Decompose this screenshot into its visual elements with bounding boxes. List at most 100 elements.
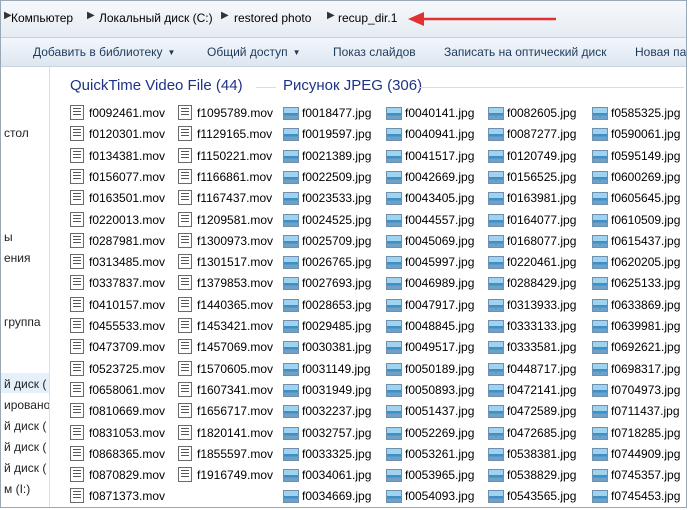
image-file-icon	[283, 405, 299, 418]
file-name: f0523725.mov	[89, 362, 166, 376]
file-name: f1167437.mov	[197, 191, 273, 205]
nav-item-drive-5[interactable]: й диск (	[4, 461, 46, 475]
file-name: f1656717.mov	[197, 404, 274, 418]
image-file-icon	[592, 469, 608, 482]
nav-item-desktop[interactable]: стол	[4, 126, 29, 140]
video-file-icon	[178, 105, 192, 120]
nav-item-libraries-1[interactable]: ы	[4, 230, 13, 244]
file-name: f0040941.jpg	[405, 127, 475, 141]
video-file-icon	[70, 105, 84, 120]
breadcrumb-computer[interactable]: Компьютер	[11, 11, 73, 25]
nav-item-drive-3[interactable]: й диск (	[4, 419, 46, 433]
image-file-icon	[283, 277, 299, 290]
nav-item-drive-1[interactable]: й диск (	[4, 377, 46, 391]
video-file-icon	[70, 148, 84, 163]
file-name: f0745453.jpg	[611, 489, 681, 503]
image-file-icon	[592, 427, 608, 440]
video-file-icon	[70, 169, 84, 184]
image-file-icon	[386, 150, 402, 163]
file-name: f0625133.jpg	[611, 276, 681, 290]
group-header-quicktime[interactable]: QuickTime Video File (44)	[70, 77, 243, 94]
file-name: f0047917.jpg	[405, 298, 475, 312]
add-to-library-button[interactable]: Добавить в библиотеку ▼	[33, 45, 175, 59]
image-file-icon	[386, 128, 402, 141]
nav-item-drive-4[interactable]: й диск (	[4, 440, 46, 454]
slideshow-button[interactable]: Показ слайдов	[333, 45, 416, 59]
file-name: f0048845.jpg	[405, 319, 475, 333]
file-name: f0163501.mov	[89, 191, 166, 205]
image-file-icon	[386, 427, 402, 440]
file-name: f0021389.jpg	[302, 149, 372, 163]
file-name: f0610509.jpg	[611, 213, 681, 227]
file-name: f0053965.jpg	[405, 468, 475, 482]
file-name: f0870829.mov	[89, 468, 166, 482]
file-name: f0050189.jpg	[405, 362, 475, 376]
breadcrumb-recup-dir[interactable]: recup_dir.1	[338, 11, 397, 25]
image-file-icon	[488, 320, 504, 333]
file-name: f0168077.jpg	[507, 234, 577, 248]
image-file-icon	[592, 341, 608, 354]
file-name: f0046989.jpg	[405, 276, 475, 290]
file-name: f1607341.mov	[197, 383, 274, 397]
file-name: f0538829.jpg	[507, 468, 577, 482]
image-file-icon	[283, 427, 299, 440]
file-name: f1570605.mov	[197, 362, 274, 376]
image-file-icon	[386, 448, 402, 461]
burn-disc-button[interactable]: Записать на оптический диск	[444, 45, 607, 59]
nav-item-drive-6[interactable]: м (I:)	[4, 482, 30, 496]
image-file-icon	[283, 171, 299, 184]
file-name: f0831053.mov	[89, 426, 166, 440]
image-file-icon	[592, 490, 608, 503]
file-name: f1166861.mov	[197, 170, 273, 184]
nav-item-drive-2[interactable]: ировано	[4, 398, 49, 412]
file-name: f1379853.mov	[197, 276, 274, 290]
file-name: f0538381.jpg	[507, 447, 577, 461]
file-name: f1855597.mov	[197, 447, 274, 461]
chevron-right-icon[interactable]: ▶	[87, 10, 95, 21]
image-file-icon	[488, 405, 504, 418]
image-file-icon	[592, 448, 608, 461]
video-file-icon	[70, 382, 84, 397]
group-divider	[256, 87, 276, 88]
nav-item-homegroup[interactable]: группа	[4, 315, 41, 329]
image-file-icon	[386, 235, 402, 248]
video-file-icon	[70, 233, 84, 248]
breadcrumb-restored-photo[interactable]: restored photo	[234, 11, 311, 25]
file-name: f0220461.jpg	[507, 255, 577, 269]
video-file-icon	[70, 446, 84, 461]
image-file-icon	[488, 277, 504, 290]
new-folder-button[interactable]: Новая па	[635, 45, 686, 59]
image-file-icon	[283, 490, 299, 503]
address-bar[interactable]: ▶ Компьютер ▶ Локальный диск (C:) ▶ rest…	[1, 1, 686, 38]
image-file-icon	[386, 214, 402, 227]
breadcrumb-local-disk[interactable]: Локальный диск (C:)	[99, 11, 213, 25]
image-file-icon	[283, 469, 299, 482]
file-name: f0032757.jpg	[302, 426, 372, 440]
video-file-icon	[178, 233, 192, 248]
image-file-icon	[488, 363, 504, 376]
group-header-jpeg[interactable]: Рисунок JPEG (306)	[283, 77, 422, 94]
video-file-icon	[178, 169, 192, 184]
file-name: f0043405.jpg	[405, 191, 475, 205]
file-name: f0041517.jpg	[405, 149, 475, 163]
chevron-right-icon[interactable]: ▶	[327, 10, 335, 21]
video-file-icon	[178, 190, 192, 205]
file-name: f0473709.mov	[89, 340, 166, 354]
share-button[interactable]: Общий доступ ▼	[207, 45, 301, 59]
file-name: f0639981.jpg	[611, 319, 681, 333]
video-file-icon	[178, 339, 192, 354]
chevron-right-icon[interactable]: ▶	[221, 10, 229, 21]
file-name: f0590061.jpg	[611, 127, 681, 141]
image-file-icon	[592, 405, 608, 418]
file-name: f0044557.jpg	[405, 213, 475, 227]
image-file-icon	[283, 128, 299, 141]
image-file-icon	[488, 341, 504, 354]
file-name: f0026765.jpg	[302, 255, 372, 269]
file-name: f0022509.jpg	[302, 170, 372, 184]
file-name: f0134381.mov	[89, 149, 166, 163]
image-file-icon	[283, 214, 299, 227]
file-name: f0313933.jpg	[507, 298, 577, 312]
nav-item-libraries-2[interactable]: ения	[4, 251, 31, 265]
file-name: f1095789.mov	[197, 106, 274, 120]
image-file-icon	[386, 320, 402, 333]
